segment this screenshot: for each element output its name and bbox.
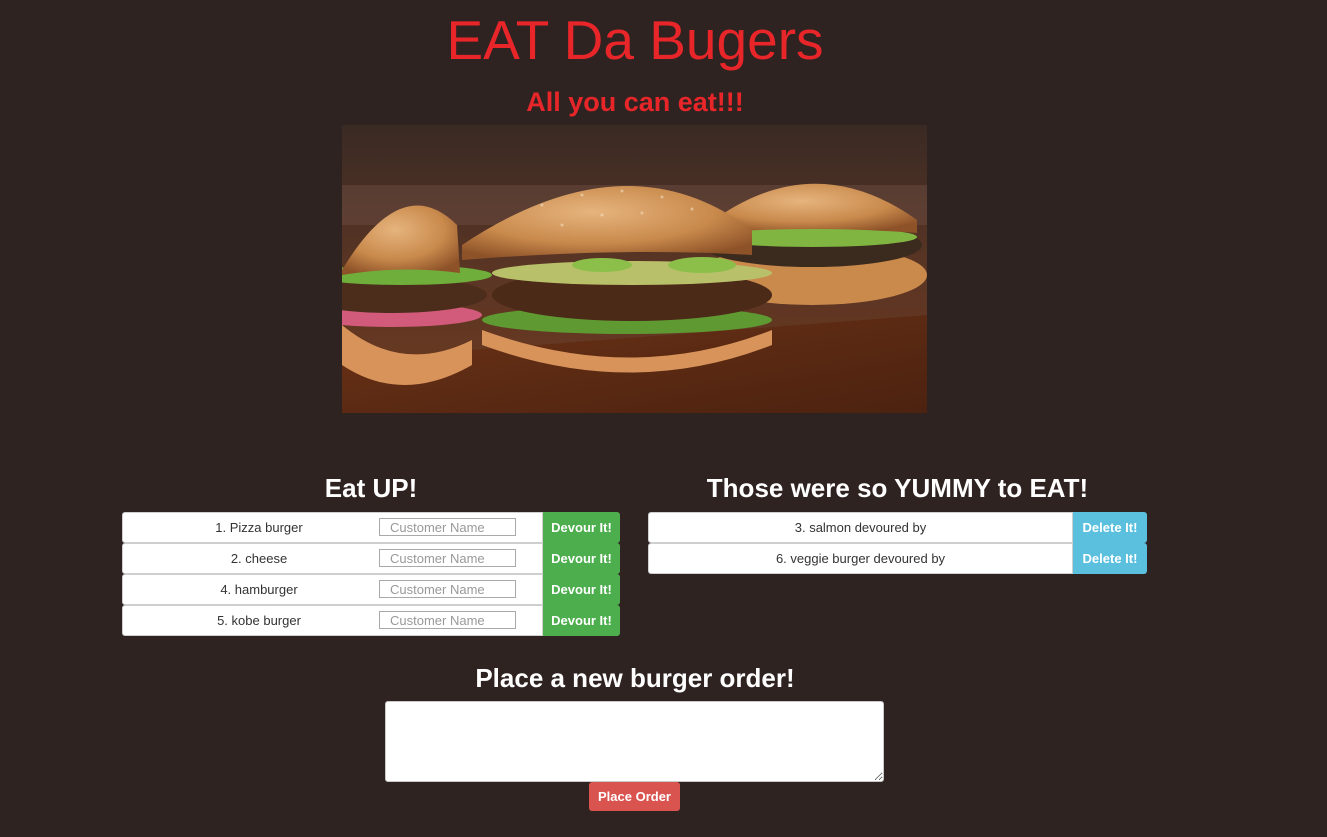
burger-row: 5. kobe burger Devour It! (122, 605, 620, 636)
devour-button[interactable]: Devour It! (543, 574, 620, 605)
place-order-button[interactable]: Place Order (589, 782, 680, 811)
devour-button[interactable]: Devour It! (543, 512, 620, 543)
delete-button[interactable]: Delete It! (1073, 512, 1147, 543)
delete-button[interactable]: Delete It! (1073, 543, 1147, 574)
devoured-row: 6. veggie burger devoured by Delete It! (648, 543, 1147, 574)
burger-label: 4. hamburger (220, 582, 298, 597)
list-item: 6. veggie burger devoured by (648, 543, 1073, 574)
list-item: 5. kobe burger (122, 605, 543, 636)
burger-label: 1. Pizza burger (215, 520, 303, 535)
devoured-heading: Those were so YUMMY to EAT! (706, 473, 1089, 503)
order-heading: Place a new burger order! (475, 663, 795, 693)
devoured-row: 3. salmon devoured by Delete It! (648, 512, 1147, 543)
burger-label: 5. kobe burger (217, 613, 301, 628)
devour-button[interactable]: Devour It! (543, 605, 620, 636)
devoured-label: 3. salmon devoured by (794, 520, 927, 535)
page: EAT Da Bugers All you can eat!!! Eat UP!… (0, 0, 1327, 837)
burger-row: 1. Pizza burger Devour It! (122, 512, 620, 543)
burger-label: 2. cheese (230, 551, 288, 566)
customer-name-input[interactable] (379, 611, 516, 629)
page-title: EAT Da Bugers (446, 9, 824, 71)
devoured-label: 6. veggie burger devoured by (775, 551, 946, 566)
customer-name-input[interactable] (379, 518, 516, 536)
uneaten-burger-list: 1. Pizza burger Devour It! 2. cheese Dev… (122, 512, 620, 636)
list-item: 4. hamburger (122, 574, 543, 605)
eat-up-heading: Eat UP! (324, 473, 418, 503)
burger-order-textarea[interactable] (385, 701, 884, 782)
burger-row: 2. cheese Devour It! (122, 543, 620, 574)
page-subtitle: All you can eat!!! (526, 87, 744, 117)
devour-button[interactable]: Devour It! (543, 543, 620, 574)
customer-name-input[interactable] (379, 549, 516, 567)
list-item: 2. cheese (122, 543, 543, 574)
customer-name-input[interactable] (379, 580, 516, 598)
burger-photo (342, 125, 927, 413)
burger-row: 4. hamburger Devour It! (122, 574, 620, 605)
devoured-burger-list: 3. salmon devoured by Delete It! 6. vegg… (648, 512, 1147, 574)
list-item: 1. Pizza burger (122, 512, 543, 543)
list-item: 3. salmon devoured by (648, 512, 1073, 543)
